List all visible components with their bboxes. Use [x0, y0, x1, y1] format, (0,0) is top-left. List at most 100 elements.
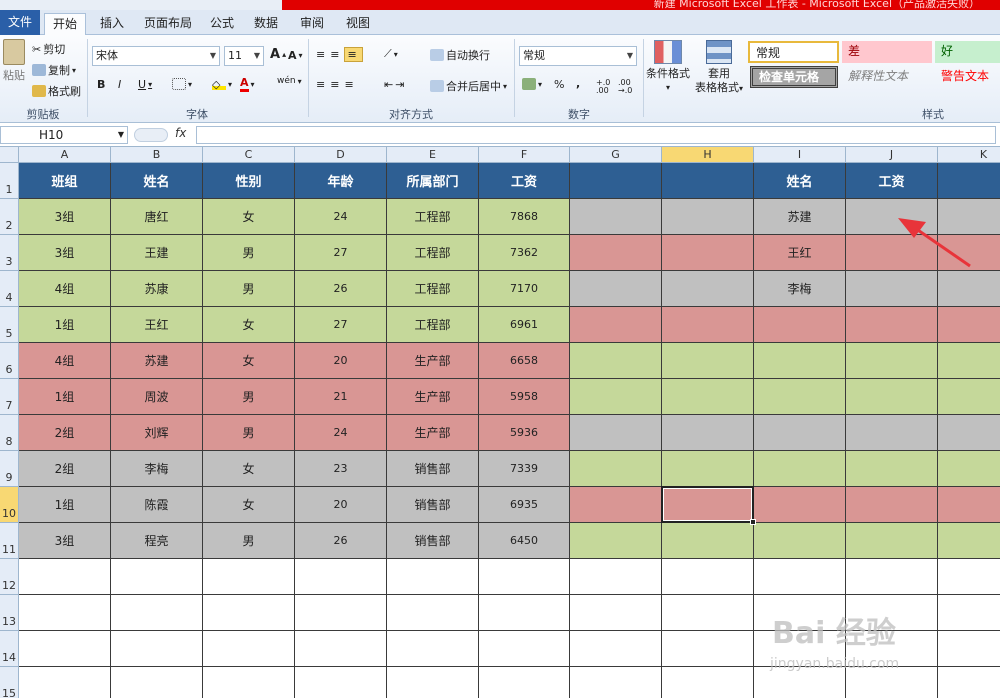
cell-g2[interactable]	[570, 199, 662, 235]
cell-a9[interactable]: 2组	[19, 451, 111, 487]
column-header-e[interactable]: E	[387, 147, 479, 163]
column-header-c[interactable]: C	[203, 147, 295, 163]
cell-e5[interactable]: 工程部	[387, 307, 479, 343]
header-cell[interactable]	[938, 163, 1000, 199]
cell-a13[interactable]	[19, 595, 111, 631]
tab-view[interactable]: 视图	[340, 13, 376, 35]
cell-e3[interactable]: 工程部	[387, 235, 479, 271]
cell-f13[interactable]	[479, 595, 570, 631]
select-all-button[interactable]	[0, 147, 19, 163]
column-header-g[interactable]: G	[570, 147, 662, 163]
cell-f6[interactable]: 6658	[479, 343, 570, 379]
cell-a10[interactable]: 1组	[19, 487, 111, 523]
horizontal-align-buttons[interactable]: ≡ ≡ ≡	[316, 78, 357, 91]
column-header-h[interactable]: H	[662, 147, 754, 163]
accounting-format-button[interactable]: ▾	[522, 78, 542, 90]
cell-b5[interactable]: 王红	[111, 307, 203, 343]
cell-g14[interactable]	[570, 631, 662, 667]
cell-c4[interactable]: 男	[203, 271, 295, 307]
cell-h3[interactable]	[662, 235, 754, 271]
header-cell[interactable]: 班组	[19, 163, 111, 199]
row-header-2[interactable]: 2	[0, 199, 19, 235]
column-header-j[interactable]: J	[846, 147, 938, 163]
cell-j10[interactable]	[846, 487, 938, 523]
cell-f12[interactable]	[479, 559, 570, 595]
cell-c3[interactable]: 男	[203, 235, 295, 271]
cell-i6[interactable]	[754, 343, 846, 379]
cell-a14[interactable]	[19, 631, 111, 667]
formula-input[interactable]	[196, 126, 996, 144]
cell-g7[interactable]	[570, 379, 662, 415]
cell-i2[interactable]: 苏建	[754, 199, 846, 235]
cell-k6[interactable]	[938, 343, 1000, 379]
header-cell[interactable]: 姓名	[754, 163, 846, 199]
cell-b13[interactable]	[111, 595, 203, 631]
cell-b4[interactable]: 苏康	[111, 271, 203, 307]
cell-b9[interactable]: 李梅	[111, 451, 203, 487]
cell-c9[interactable]: 女	[203, 451, 295, 487]
row-header-1[interactable]: 1	[0, 163, 19, 199]
cell-i11[interactable]	[754, 523, 846, 559]
cell-f15[interactable]	[479, 667, 570, 698]
header-cell[interactable]	[662, 163, 754, 199]
cell-j7[interactable]	[846, 379, 938, 415]
cell-g10[interactable]	[570, 487, 662, 523]
percent-button[interactable]: %	[554, 78, 564, 91]
cell-h2[interactable]	[662, 199, 754, 235]
cell-e12[interactable]	[387, 559, 479, 595]
cell-c6[interactable]: 女	[203, 343, 295, 379]
cell-i5[interactable]	[754, 307, 846, 343]
font-size-select[interactable]: 11 ▼	[224, 46, 264, 66]
font-color-button[interactable]: A ▾	[240, 76, 255, 92]
cell-f9[interactable]: 7339	[479, 451, 570, 487]
cell-g13[interactable]	[570, 595, 662, 631]
cell-e6[interactable]: 生产部	[387, 343, 479, 379]
font-name-select[interactable]: 宋体 ▼	[92, 46, 220, 66]
row-header-9[interactable]: 9	[0, 451, 19, 487]
cell-f4[interactable]: 7170	[479, 271, 570, 307]
cell-d11[interactable]: 26	[295, 523, 387, 559]
cell-d13[interactable]	[295, 595, 387, 631]
row-header-6[interactable]: 6	[0, 343, 19, 379]
cell-d6[interactable]: 20	[295, 343, 387, 379]
column-header-b[interactable]: B	[111, 147, 203, 163]
cell-g15[interactable]	[570, 667, 662, 698]
cell-k14[interactable]	[938, 631, 1000, 667]
cell-i10[interactable]	[754, 487, 846, 523]
cell-c8[interactable]: 男	[203, 415, 295, 451]
cell-k4[interactable]	[938, 271, 1000, 307]
row-header-5[interactable]: 5	[0, 307, 19, 343]
cell-i9[interactable]	[754, 451, 846, 487]
cell-b10[interactable]: 陈霞	[111, 487, 203, 523]
row-header-13[interactable]: 13	[0, 595, 19, 631]
cell-b7[interactable]: 周波	[111, 379, 203, 415]
cell-d2[interactable]: 24	[295, 199, 387, 235]
borders-button[interactable]: ▾	[172, 78, 192, 90]
quick-access-toolbar[interactable]	[92, 0, 272, 10]
comma-button[interactable]: ,	[576, 77, 580, 90]
cell-h11[interactable]	[662, 523, 754, 559]
row-header-11[interactable]: 11	[0, 523, 19, 559]
cell-j3[interactable]	[846, 235, 938, 271]
cell-f14[interactable]	[479, 631, 570, 667]
cell-h4[interactable]	[662, 271, 754, 307]
cell-k15[interactable]	[938, 667, 1000, 698]
cell-k5[interactable]	[938, 307, 1000, 343]
cell-e8[interactable]: 生产部	[387, 415, 479, 451]
cell-b11[interactable]: 程亮	[111, 523, 203, 559]
row-header-7[interactable]: 7	[0, 379, 19, 415]
tab-file[interactable]: 文件	[0, 10, 40, 35]
cell-i3[interactable]: 王红	[754, 235, 846, 271]
cell-i12[interactable]	[754, 559, 846, 595]
header-cell[interactable]: 性别	[203, 163, 295, 199]
cell-e10[interactable]: 销售部	[387, 487, 479, 523]
cell-c2[interactable]: 女	[203, 199, 295, 235]
column-header-d[interactable]: D	[295, 147, 387, 163]
tab-formulas[interactable]: 公式	[204, 13, 240, 35]
paste-button[interactable]: 粘贴	[0, 39, 28, 83]
cell-h12[interactable]	[662, 559, 754, 595]
style-explanatory[interactable]: 解释性文本	[842, 66, 932, 88]
cell-k10[interactable]	[938, 487, 1000, 523]
cell-c11[interactable]: 男	[203, 523, 295, 559]
formula-bar-splitter[interactable]	[134, 128, 168, 142]
